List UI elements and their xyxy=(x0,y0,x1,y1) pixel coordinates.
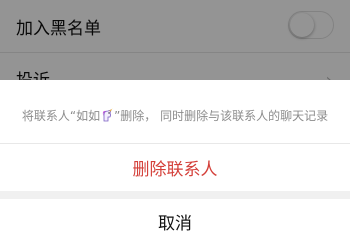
unicorn-icon xyxy=(100,108,114,122)
cancel-button[interactable]: 取消 xyxy=(0,199,350,244)
delete-contact-button[interactable]: 删除联系人 xyxy=(0,144,350,191)
action-sheet: 将联系人“如如 ”删除， 同时删除与该联系人的聊天记录 删除联系人 取消 xyxy=(0,80,350,244)
message-prefix: 将联系人“如如 xyxy=(21,108,101,123)
message-suffix: ”删除， 同时删除与该联系人的聊天记录 xyxy=(114,108,329,123)
sheet-separator xyxy=(0,191,350,199)
action-sheet-message: 将联系人“如如 ”删除， 同时删除与该联系人的聊天记录 xyxy=(0,80,350,144)
